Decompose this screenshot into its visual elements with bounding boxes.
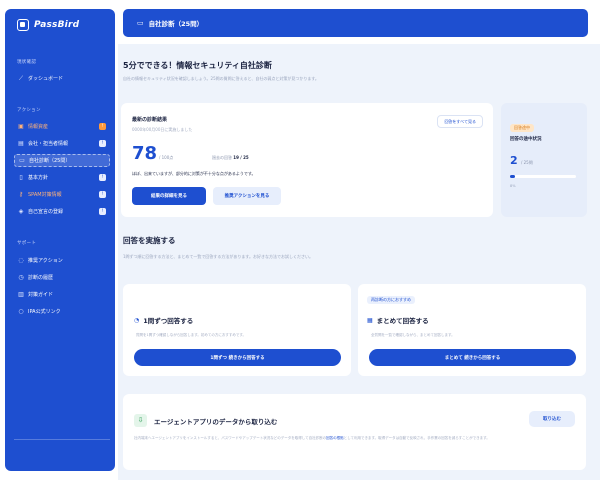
progress-value: 19 / 25 xyxy=(233,155,249,160)
history-icon: ◷ xyxy=(18,273,24,281)
sidebar-item-label: ダッシュボード xyxy=(28,76,64,82)
answer-progress: 過去の回答 19 / 25 xyxy=(212,155,249,161)
building-icon: ▤ xyxy=(18,139,24,147)
box-icon: ▣ xyxy=(18,122,24,130)
chat-icon: ◔ xyxy=(134,316,140,324)
sidebar-item-label: 対策ガイド xyxy=(28,292,54,298)
status-badge: 回答途中 xyxy=(510,124,534,132)
sidebar-divider xyxy=(14,439,110,440)
app-logo[interactable]: PassBird xyxy=(17,19,79,31)
sidebar-item-self-check[interactable]: ▭ 自社診断（25問） xyxy=(14,154,110,167)
sidebar-item-declaration[interactable]: ◈ 自己宣言の登録 ! xyxy=(14,205,110,218)
document-icon: ▯ xyxy=(19,173,23,181)
view-details-button[interactable]: 結果の詳細を見る xyxy=(132,187,206,205)
alert-badge: ! xyxy=(99,140,106,147)
answer-section-description: 1問ずつ順に回答する方法と、まとめて一覧で回答する方法があります。お好きな方法で… xyxy=(123,254,313,259)
sidebar: PassBird 現状確認 ⟋ ダッシュボード アクション ▣ 情報資産 ! ▤… xyxy=(5,9,115,471)
progress-bar xyxy=(510,175,576,178)
result-date: 0000年00月00日に実施しました xyxy=(132,127,193,132)
sidebar-section-support: サポート xyxy=(17,241,37,246)
sidebar-item-label: 推奨アクション xyxy=(28,258,63,264)
link-icon: ○ xyxy=(18,307,24,315)
sidebar-item-company[interactable]: ▤ 会社・担当者情報 ! xyxy=(14,137,110,150)
progress-label: 過去の回答 xyxy=(212,155,232,160)
sidebar-item-history[interactable]: ◷ 診断の履歴 xyxy=(14,271,110,284)
answer-card-description: 質問を1問ずつ確認しながら回答します。初めての方におすすめです。 xyxy=(136,333,247,337)
sidebar-item-policy[interactable]: ▯ 基本方針 ! xyxy=(14,171,110,184)
result-message: ほぼ、出来ていますが、部分的に対策が不十分な点があるようです。 xyxy=(132,171,256,176)
agent-description-link[interactable]: 回答の根拠 xyxy=(326,436,344,440)
alert-badge: ! xyxy=(99,191,106,198)
import-button[interactable]: 取り込む xyxy=(529,411,575,427)
key-icon: ⚷ xyxy=(18,190,24,198)
in-progress-title: 回答の途中状況 xyxy=(510,137,542,142)
answer-one-by-one-button[interactable]: 1問ずつ 続きから回答する xyxy=(134,349,341,366)
intro-title: 5分でできる！情報セキュリティ自社診断 xyxy=(123,61,272,70)
answer-card-title: ▦ まとめて回答する xyxy=(367,315,429,326)
agent-description-tail: として利用できます。取得データは自動で反映され、手作業の回答を減らすことができま… xyxy=(343,436,490,440)
agent-import-card: ⇩ エージェントアプリのデータから取り込む 取り込む 社内端末へエージェントアプ… xyxy=(123,394,586,470)
sidebar-item-recommended[interactable]: ◌ 推奨アクション xyxy=(14,254,110,267)
in-progress-unit: / 25問 xyxy=(521,160,533,165)
shield-icon: ◈ xyxy=(18,207,24,215)
agent-import-description: 社内端末へエージェントアプリをインストールすると、パスワードやアップデート状況な… xyxy=(134,435,574,442)
app-name: PassBird xyxy=(34,20,80,30)
clipboard-icon: ▭ xyxy=(19,156,25,164)
in-progress-count: 2 xyxy=(510,154,518,167)
in-progress-card[interactable]: 回答途中 回答の途中状況 2 / 25問 8% xyxy=(501,103,587,217)
alert-badge: ! xyxy=(99,208,106,215)
answer-bulk-button[interactable]: まとめて 続きから回答する xyxy=(369,349,576,366)
sidebar-item-label: IPA公式リンク xyxy=(28,309,61,315)
sidebar-item-label: 自社診断（25問） xyxy=(29,158,71,164)
sidebar-item-assets[interactable]: ▣ 情報資産 ! xyxy=(14,120,110,133)
latest-result-card: 最新の診断結果 0000年00月00日に実施しました 回答をすべて見る 78 /… xyxy=(121,103,493,217)
sidebar-item-label: 会社・担当者情報 xyxy=(28,141,69,147)
recommended-badge: 再診断の方におすすめ xyxy=(367,296,415,304)
score-value: 78 xyxy=(132,143,158,164)
sidebar-item-label: 自己宣言の登録 xyxy=(28,209,64,215)
sidebar-item-guide[interactable]: ▥ 対策ガイド xyxy=(14,288,110,301)
book-icon: ▥ xyxy=(18,290,24,298)
sidebar-item-ipa-link[interactable]: ○ IPA公式リンク xyxy=(14,305,110,318)
progress-bar-fill xyxy=(510,175,516,178)
score-unit: / 100点 xyxy=(159,155,174,160)
import-icon: ⇩ xyxy=(134,414,147,427)
alert-badge: ! xyxy=(99,174,106,181)
chart-line-icon: ⟋ xyxy=(18,74,24,82)
progress-percent: 8% xyxy=(510,184,516,188)
view-all-answers-button[interactable]: 回答をすべて見る xyxy=(437,115,483,128)
sidebar-item-label: 診断の履歴 xyxy=(28,275,54,281)
logo-icon xyxy=(17,19,29,31)
answer-one-by-one-card: ◔ 1問ずつ回答する 質問を1問ずつ確認しながら回答します。初めての方におすすめ… xyxy=(123,284,351,376)
view-actions-button[interactable]: 推奨アクションを見る xyxy=(213,187,281,205)
sidebar-item-label: 情報資産 xyxy=(28,124,49,130)
sidebar-item-label: 基本方針 xyxy=(28,175,49,181)
lightbulb-icon: ◌ xyxy=(18,256,24,264)
answer-card-title-text: まとめて回答する xyxy=(376,317,429,325)
sidebar-item-spam[interactable]: ⚷ SPAM対策情報 ! xyxy=(14,188,110,201)
page-header: ▭ 自社診断（25問） xyxy=(123,9,588,37)
agent-description-text: 社内端末へエージェントアプリをインストールすると、パスワードやアップデート状況な… xyxy=(134,436,327,440)
sidebar-item-label: SPAM対策情報 xyxy=(28,192,62,198)
agent-import-title: エージェントアプリのデータから取り込む xyxy=(154,418,278,426)
sidebar-section-status: 現状確認 xyxy=(17,60,37,65)
answer-card-title-text: 1問ずつ回答する xyxy=(143,317,194,325)
answer-card-description: 全質問を一覧で確認しながら、まとめて回答します。 xyxy=(371,333,455,337)
intro-description: 自社の情報セキュリティ状況を確認しましょう。25問の質問に答えると、自社の弱点と… xyxy=(123,76,319,81)
answer-bulk-card: 再診断の方におすすめ ▦ まとめて回答する 全質問を一覧で確認しながら、まとめて… xyxy=(358,284,586,376)
sidebar-item-dashboard[interactable]: ⟋ ダッシュボード xyxy=(14,72,110,85)
answer-card-title: ◔ 1問ずつ回答する xyxy=(134,315,194,326)
alert-badge: ! xyxy=(99,123,106,130)
main-content: 5分でできる！情報セキュリティ自社診断 自社の情報セキュリティ状況を確認しましょ… xyxy=(118,44,600,480)
answer-section-title: 回答を実施する xyxy=(123,236,176,245)
list-icon: ▦ xyxy=(367,316,373,324)
result-title: 最新の診断結果 xyxy=(132,117,168,123)
page-title: 自社診断（25問） xyxy=(148,20,204,28)
clipboard-icon: ▭ xyxy=(137,19,144,27)
sidebar-section-actions: アクション xyxy=(17,108,41,113)
